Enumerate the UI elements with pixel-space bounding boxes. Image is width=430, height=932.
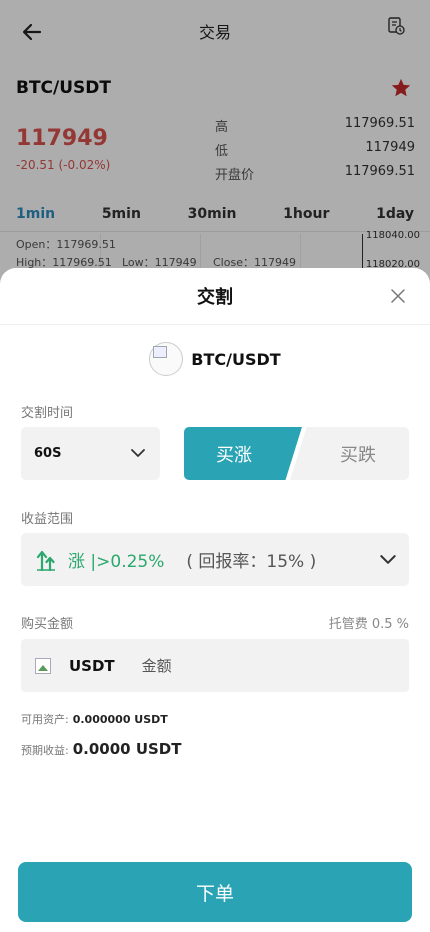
chevron-down-icon xyxy=(131,449,145,457)
amount-unit: USDT xyxy=(69,656,115,675)
chevron-down-icon xyxy=(380,555,396,564)
time-select[interactable]: 60S xyxy=(21,427,160,480)
usdt-logo-icon xyxy=(35,657,51,674)
available-label: 可用资产: xyxy=(21,713,69,726)
trend-up-icon xyxy=(36,550,55,571)
buy-down-button[interactable]: 买跌 xyxy=(290,427,409,480)
time-label: 交割时间 xyxy=(21,406,74,421)
sheet-title: 交割 xyxy=(197,287,233,308)
time-value: 60S xyxy=(34,446,62,461)
sheet-header: 交割 xyxy=(0,268,430,325)
place-order-button[interactable]: 下单 xyxy=(18,862,412,922)
available-value: 0.000000 USDT xyxy=(72,713,168,726)
available-balance: 可用资产: 0.000000 USDT xyxy=(21,711,168,727)
amount-label: 购买金额 xyxy=(21,617,74,632)
expected-value: 0.0000 USDT xyxy=(72,740,182,758)
asset-row: BTC/USDT xyxy=(0,342,430,376)
delivery-sheet: 交割 BTC/USDT 交割时间 60S 买涨 买跌 收益范围 涨 |>0.25… xyxy=(0,268,430,932)
amount-input[interactable] xyxy=(141,656,322,675)
range-value: 涨 |>0.25% xyxy=(68,552,165,572)
amount-field[interactable]: USDT xyxy=(21,639,409,692)
range-label: 收益范围 xyxy=(21,512,74,527)
expected-profit: 预期收益: 0.0000 USDT xyxy=(21,740,182,758)
coin-logo-icon xyxy=(149,342,184,376)
close-icon[interactable] xyxy=(390,288,406,304)
expected-label: 预期收益: xyxy=(21,744,69,757)
asset-name: BTC/USDT xyxy=(191,349,281,369)
custody-fee: 托管费 0.5 % xyxy=(328,617,409,632)
buy-up-button[interactable]: 买涨 xyxy=(184,427,302,480)
return-rate: ( 回报率：15% ) xyxy=(186,552,317,572)
range-select[interactable]: 涨 |>0.25% ( 回报率：15% ) xyxy=(21,533,409,586)
